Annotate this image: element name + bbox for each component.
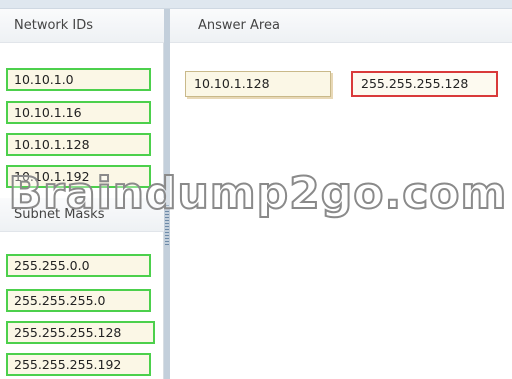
subnet-mask-option[interactable]: 255.255.255.192	[6, 353, 151, 376]
subnet-mask-option[interactable]: 255.255.255.0	[6, 289, 151, 312]
splitter-grip-icon[interactable]	[165, 205, 169, 245]
subnet-masks-header: Subnet Masks	[0, 198, 164, 232]
network-ids-header: Network IDs	[0, 9, 164, 43]
subnet-mask-option[interactable]: 255.255.0.0	[6, 254, 151, 277]
answer-subnet-mask-slot[interactable]: 255.255.255.128	[351, 71, 498, 97]
answer-area-panel: Answer Area 10.10.1.128 255.255.255.128	[170, 9, 512, 379]
top-border-bar	[0, 0, 512, 9]
network-id-option[interactable]: 10.10.1.16	[6, 101, 151, 124]
drag-drop-question: Network IDs 10.10.1.0 10.10.1.16 10.10.1…	[0, 0, 512, 379]
subnet-mask-option[interactable]: 255.255.255.128	[6, 321, 155, 344]
answer-area-header: Answer Area	[170, 9, 512, 43]
network-id-option[interactable]: 10.10.1.192	[6, 165, 151, 188]
answer-network-id-slot[interactable]: 10.10.1.128	[185, 71, 331, 97]
network-id-option[interactable]: 10.10.1.0	[6, 68, 151, 91]
network-id-option[interactable]: 10.10.1.128	[6, 133, 151, 156]
options-panel: Network IDs 10.10.1.0 10.10.1.16 10.10.1…	[0, 9, 164, 379]
